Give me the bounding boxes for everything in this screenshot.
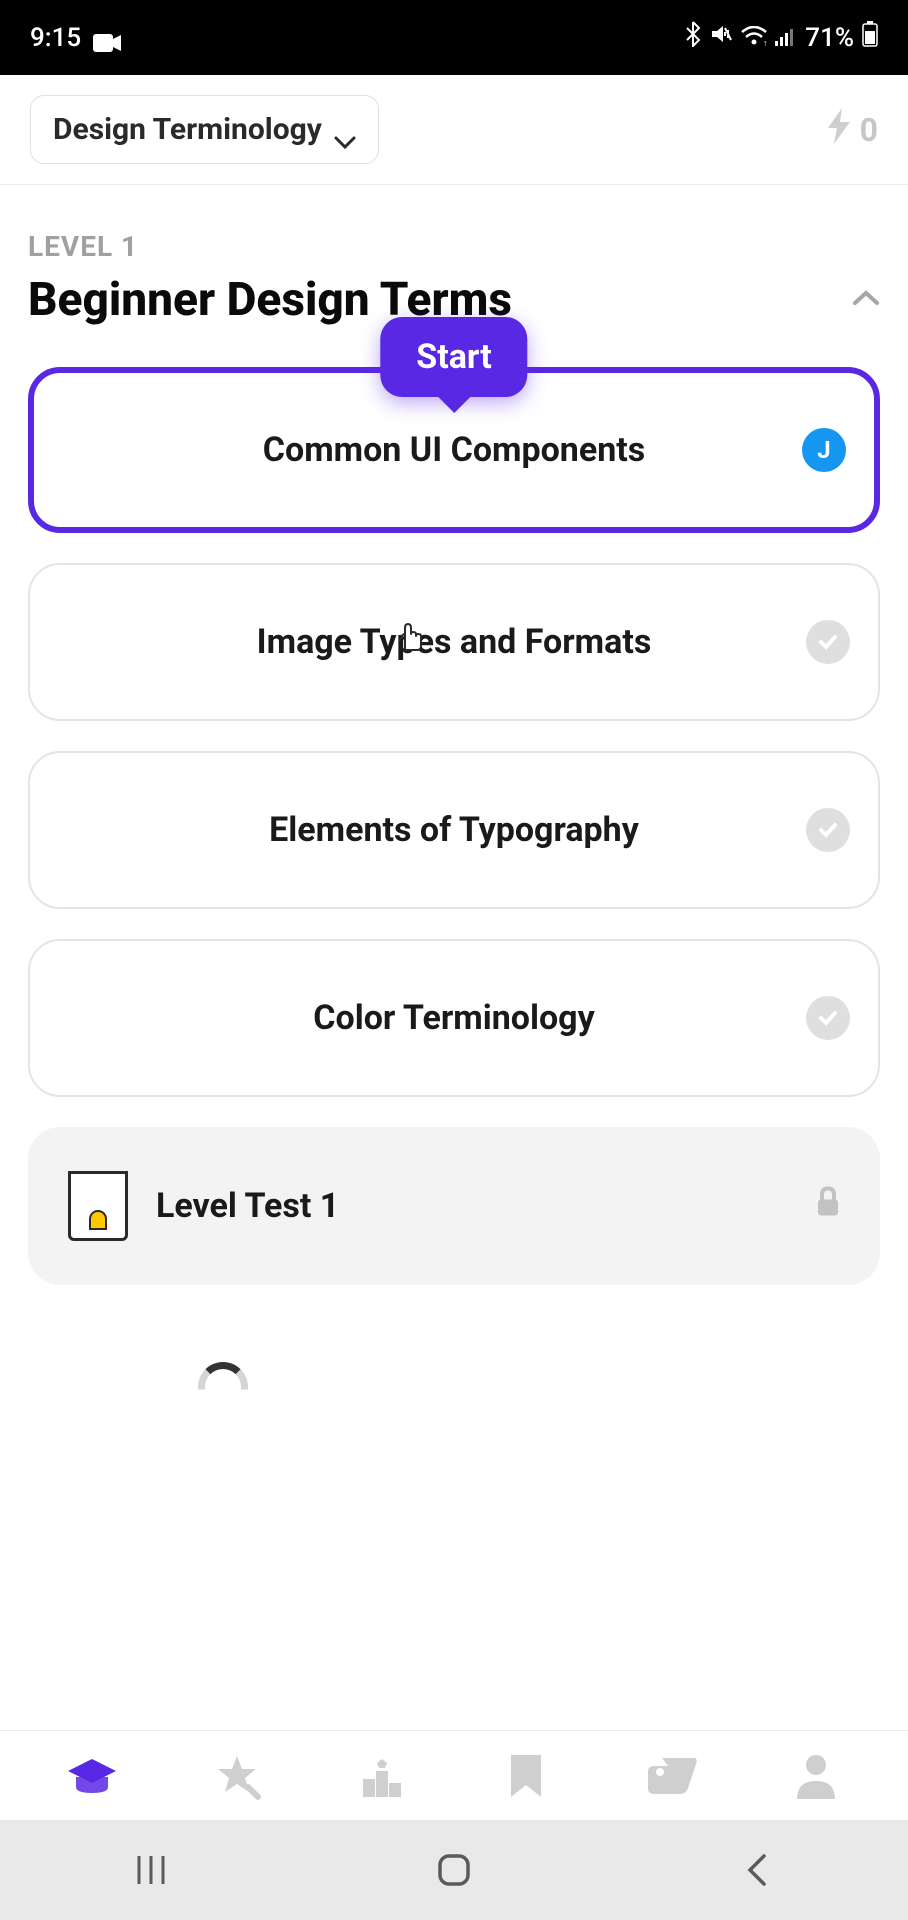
chevron-down-icon	[334, 123, 356, 137]
lesson-card-typography[interactable]: Elements of Typography	[28, 751, 880, 909]
check-badge	[806, 996, 850, 1040]
lock-icon	[814, 1186, 842, 1227]
nav-learn[interactable]	[64, 1748, 120, 1804]
status-time: 9:15	[30, 23, 81, 53]
bottom-nav	[0, 1730, 908, 1820]
avatar-badge: J	[802, 428, 846, 472]
lesson-title: Image Types and Formats	[257, 622, 652, 662]
lesson-title: Common UI Components	[263, 430, 646, 470]
lesson-title: Color Terminology	[313, 998, 594, 1038]
avatar-letter: J	[817, 436, 830, 464]
level-label: LEVEL 1	[28, 230, 880, 263]
battery-icon	[862, 21, 878, 54]
status-bar: 9:15 ↑ 71%	[0, 0, 908, 75]
status-right: ↑ 71%	[685, 21, 878, 54]
battery-text: 71%	[805, 23, 854, 53]
svg-text:↑: ↑	[763, 39, 767, 46]
start-tooltip[interactable]: Start	[380, 317, 527, 397]
mute-icon	[709, 22, 733, 53]
camera-icon	[93, 29, 121, 47]
test-title: Level Test 1	[156, 1186, 339, 1226]
bluetooth-icon	[685, 21, 701, 54]
streak-counter[interactable]: 0	[824, 106, 878, 154]
sys-nav-back[interactable]	[687, 1852, 827, 1888]
nav-practice[interactable]	[209, 1748, 265, 1804]
lesson-title: Elements of Typography	[269, 810, 639, 850]
check-badge	[806, 620, 850, 664]
level-test-card[interactable]: Level Test 1	[28, 1127, 880, 1285]
nav-leaderboard[interactable]	[354, 1748, 410, 1804]
main-content: LEVEL 1 Beginner Design Terms Start Comm…	[0, 185, 908, 1285]
nav-shop[interactable]	[643, 1748, 699, 1804]
start-tooltip-label: Start	[416, 337, 491, 377]
check-badge	[806, 808, 850, 852]
lessons-list: Start Common UI Components J Image Types…	[28, 367, 880, 1285]
lesson-card-color[interactable]: Color Terminology	[28, 939, 880, 1097]
app-header: Design Terminology 0	[0, 75, 908, 185]
nav-profile[interactable]	[788, 1748, 844, 1804]
chevron-up-icon	[852, 289, 880, 311]
streak-count: 0	[860, 111, 878, 149]
sys-nav-home[interactable]	[384, 1852, 524, 1888]
signal-icon	[775, 23, 797, 53]
loading-spinner-icon	[198, 1362, 248, 1412]
system-nav-bar	[0, 1820, 908, 1920]
lightning-icon	[824, 106, 854, 154]
course-name: Design Terminology	[53, 112, 322, 147]
nav-bookmarks[interactable]	[498, 1748, 554, 1804]
status-left: 9:15	[30, 23, 121, 53]
wifi-icon: ↑	[741, 23, 767, 53]
course-dropdown[interactable]: Design Terminology	[30, 95, 379, 164]
lesson-card-image-types[interactable]: Image Types and Formats	[28, 563, 880, 721]
castle-icon	[68, 1171, 128, 1241]
sys-nav-recents[interactable]	[81, 1852, 221, 1888]
